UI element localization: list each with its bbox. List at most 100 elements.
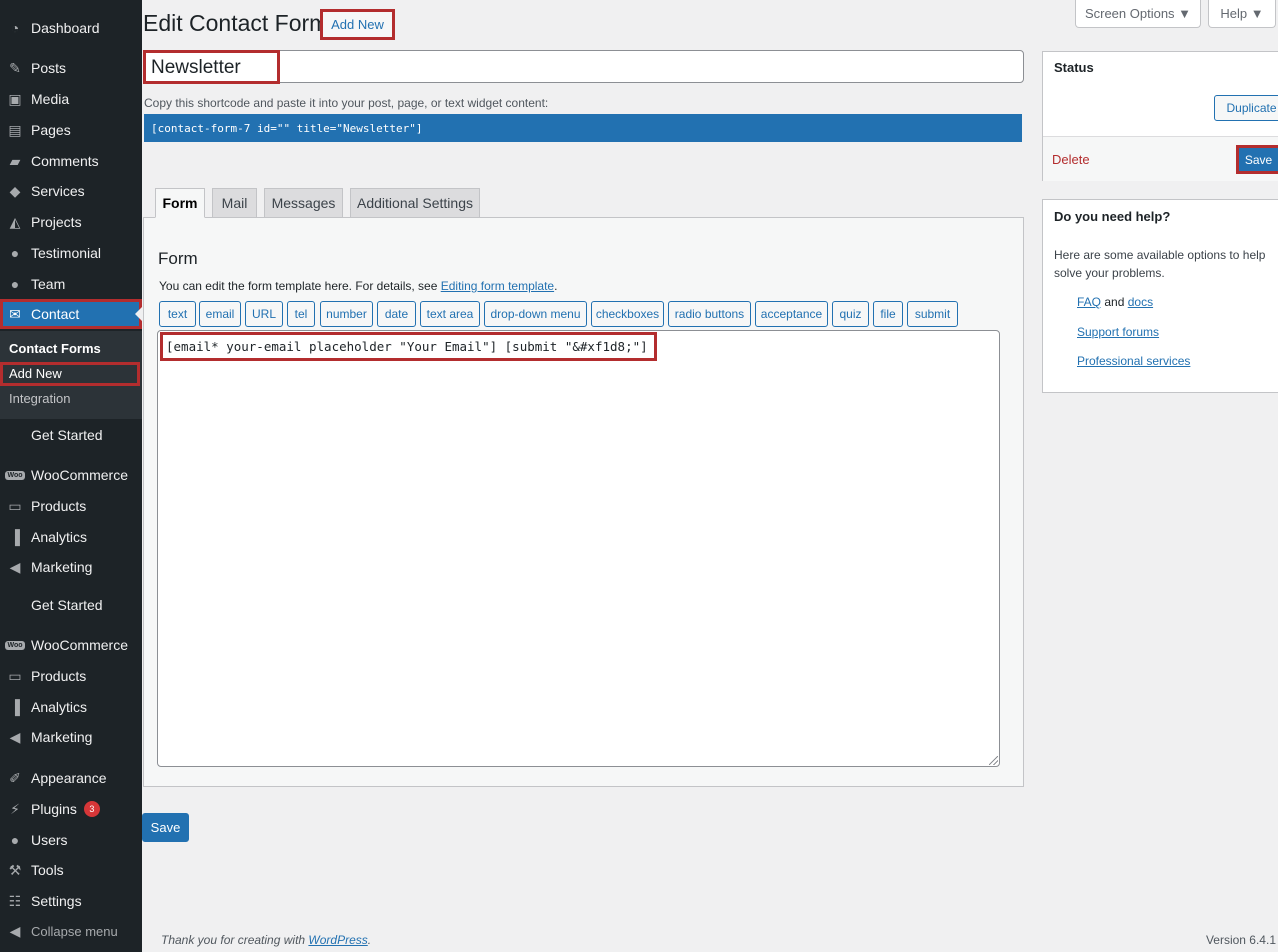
sidebar-item-team[interactable]: ● Team (0, 269, 142, 299)
sidebar-item-label: Media (31, 91, 70, 107)
tag-label: URL (251, 307, 276, 321)
tab-label: Messages (271, 195, 336, 211)
sidebar-item-label: Team (31, 276, 66, 292)
duplicate-label: Duplicate (1226, 101, 1277, 115)
blank-icon (5, 425, 25, 445)
sidebar-item-marketing[interactable]: ◀ Marketing (0, 552, 142, 582)
add-new-label: Add New (331, 17, 384, 32)
collapse-menu-button[interactable]: ◀ Collapse menu (0, 916, 142, 946)
tab-messages[interactable]: Messages (264, 188, 343, 218)
submenu-contact-forms[interactable]: Contact Forms (9, 341, 101, 356)
screen-options-button[interactable]: Screen Options ▼ (1075, 0, 1201, 28)
sidebar-item-get-started[interactable]: Get Started (0, 420, 142, 450)
tag-button-submit[interactable]: submit (907, 301, 958, 327)
sidebar-item-testimonial[interactable]: ● Testimonial (0, 238, 142, 268)
sidebar-item-analytics[interactable]: ▐ Analytics (0, 522, 142, 552)
sidebar-item-products-2[interactable]: ▭ Products (0, 661, 142, 691)
tab-form[interactable]: Form (155, 188, 205, 218)
sidebar-item-dashboard[interactable]: ◔ Dashboard (0, 13, 142, 43)
sidebar-item-label: Plugins (31, 801, 77, 817)
sidebar-item-plugins[interactable]: ⚡ Plugins 3 (0, 794, 142, 824)
tab-additional-settings[interactable]: Additional Settings (350, 188, 480, 218)
sidebar-item-label: Comments (31, 153, 99, 169)
sidebar-item-label: WooCommerce (31, 467, 128, 483)
template-highlight: [email* your-email placeholder "Your Ema… (160, 332, 657, 361)
sidebar-item-get-started-2[interactable]: Get Started (0, 590, 142, 620)
docs-link[interactable]: docs (1128, 295, 1153, 309)
professional-services-link[interactable]: Professional services (1077, 354, 1190, 368)
save-label: Save (1244, 152, 1273, 167)
tag-label: quiz (839, 307, 862, 321)
support-forums-link[interactable]: Support forums (1077, 325, 1159, 339)
sidebar-item-label: Get Started (31, 597, 103, 613)
help-text: Here are some available options to help … (1054, 248, 1266, 280)
sidebar-item-marketing-2[interactable]: ◀ Marketing (0, 722, 142, 752)
plug-icon: ⚡ (10, 800, 20, 817)
archive-icon: ▭ (8, 497, 22, 514)
faq-link[interactable]: FAQ (1077, 295, 1101, 309)
sliders-icon: ☷ (8, 892, 22, 909)
tag-button-email[interactable]: email (199, 301, 241, 327)
sidebar-item-label: Analytics (31, 529, 88, 545)
shortcode-field[interactable]: [contact-form-7 id="" title="Newsletter"… (144, 114, 1022, 142)
help-box: Do you need help? Here are some availabl… (1042, 199, 1278, 393)
admin-sidebar: ◔ Dashboard ✎ Posts ▣ Media ▤ Pages ▰ Co… (0, 0, 142, 952)
sidebar-item-posts[interactable]: ✎ Posts (0, 53, 142, 83)
form-title-field[interactable]: Newsletter (143, 50, 1024, 84)
submenu-integration[interactable]: Integration (9, 391, 70, 406)
shortcode-hint: Copy this shortcode and paste it into yo… (144, 96, 549, 110)
help-button[interactable]: Help ▼ (1208, 0, 1276, 28)
sidebar-item-label: Dashboard (31, 20, 100, 36)
save-button-bottom[interactable]: Save (142, 813, 189, 842)
sidebar-item-services[interactable]: ◆ Services (0, 176, 142, 206)
sidebar-item-label: Testimonial (31, 245, 102, 261)
tag-button-tel[interactable]: tel (287, 301, 315, 327)
editing-template-link[interactable]: Editing form template (441, 279, 554, 293)
sidebar-item-comments[interactable]: ▰ Comments (0, 146, 142, 176)
sidebar-item-woocommerce-2[interactable]: Woo WooCommerce (0, 630, 142, 660)
sidebar-item-media[interactable]: ▣ Media (0, 84, 142, 114)
add-new-button[interactable]: Add New (320, 9, 395, 40)
tag-button-quiz[interactable]: quiz (832, 301, 869, 327)
sidebar-item-settings[interactable]: ☷ Settings (0, 886, 142, 916)
tag-button-drop-down-menu[interactable]: drop-down menu (484, 301, 587, 327)
sidebar-item-projects[interactable]: ◭ Projects (0, 207, 142, 237)
sidebar-item-pages[interactable]: ▤ Pages (0, 115, 142, 145)
delete-link[interactable]: Delete (1052, 152, 1090, 167)
resize-handle-icon[interactable] (989, 756, 998, 765)
tag-button-number[interactable]: number (320, 301, 373, 327)
tag-button-date[interactable]: date (377, 301, 416, 327)
tab-mail[interactable]: Mail (212, 188, 257, 218)
submenu-add-new[interactable]: Add New (0, 362, 140, 386)
tag-button-url[interactable]: URL (245, 301, 283, 327)
template-text: [email* your-email placeholder "Your Ema… (166, 339, 648, 354)
person-icon: ● (10, 276, 20, 292)
person-icon: ● (10, 832, 20, 848)
form-template-editor[interactable]: [email* your-email placeholder "Your Ema… (157, 330, 1000, 767)
sidebar-item-appearance[interactable]: ✐ Appearance (0, 763, 142, 793)
tag-button-checkboxes[interactable]: checkboxes (591, 301, 664, 327)
tag-button-file[interactable]: file (873, 301, 903, 327)
sidebar-item-label: Contact (31, 306, 80, 322)
sidebar-item-users[interactable]: ● Users (0, 825, 142, 855)
tag-button-radio-buttons[interactable]: radio buttons (668, 301, 751, 327)
tag-button-acceptance[interactable]: acceptance (755, 301, 828, 327)
tag-icon: ◆ (9, 182, 21, 199)
tag-button-text-area[interactable]: text area (420, 301, 480, 327)
form-title-value: Newsletter (151, 57, 241, 78)
sidebar-item-contact[interactable]: ✉ Contact (0, 299, 142, 329)
sidebar-item-label: WooCommerce (31, 637, 128, 653)
and-text: and (1101, 295, 1128, 309)
sidebar-item-analytics-2[interactable]: ▐ Analytics (0, 692, 142, 722)
save-button-top[interactable]: Save (1236, 145, 1278, 174)
woo-icon: Woo (5, 470, 25, 480)
sidebar-item-tools[interactable]: ⚒ Tools (0, 855, 142, 885)
sidebar-item-woocommerce[interactable]: Woo WooCommerce (0, 460, 142, 490)
tag-button-text[interactable]: text (159, 301, 196, 327)
sidebar-item-products[interactable]: ▭ Products (0, 491, 142, 521)
bar-chart-icon: ▐ (10, 529, 20, 545)
duplicate-button[interactable]: Duplicate (1214, 95, 1278, 121)
wordpress-link[interactable]: WordPress (308, 933, 367, 947)
tag-label: checkboxes (595, 307, 660, 321)
description-end: . (554, 279, 558, 293)
